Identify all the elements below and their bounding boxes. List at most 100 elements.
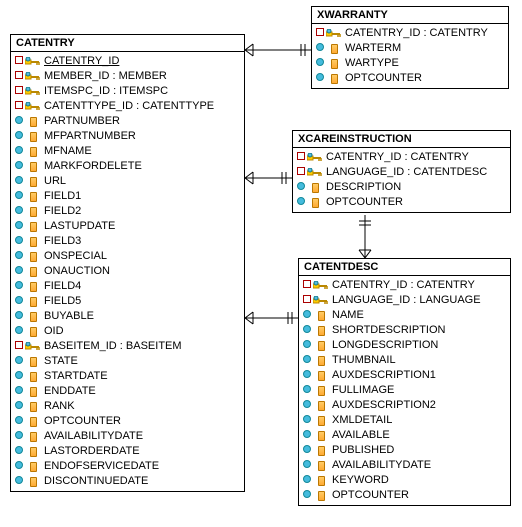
field-row: THUMBNAIL [302, 353, 507, 368]
field-label: AVAILABILITYDATE [330, 458, 431, 473]
column-icon [24, 132, 42, 142]
optional-bullet-icon [14, 144, 24, 159]
column-icon [24, 192, 42, 202]
optional-bullet-icon [14, 399, 24, 414]
field-row: CATENTRY_ID : CATENTRY [302, 278, 507, 293]
field-row: MARKFORDELETE [14, 159, 241, 174]
entity-body: CATENTRY_ID : CATENTRYWARTERMWARTYPEOPTC… [312, 24, 508, 88]
column-icon [325, 59, 343, 69]
field-row: CATENTRY_ID : CATENTRY [315, 26, 505, 41]
entity-title: XWARRANTY [312, 7, 508, 24]
field-row: NAME [302, 308, 507, 323]
column-icon [325, 44, 343, 54]
field-row: CATENTRY_ID : CATENTRY [296, 150, 507, 165]
relationship-line [245, 308, 298, 328]
field-label: XMLDETAIL [330, 413, 392, 428]
key-icon [306, 168, 324, 178]
field-label: NAME [330, 308, 364, 323]
column-icon [24, 327, 42, 337]
column-icon [312, 416, 330, 426]
field-row: AVAILABILITYDATE [14, 429, 241, 444]
column-icon [312, 446, 330, 456]
field-label: CATENTRY_ID [42, 54, 119, 69]
field-row: FULLIMAGE [302, 383, 507, 398]
column-icon [312, 341, 330, 351]
optional-bullet-icon [302, 488, 312, 503]
entity-body: CATENTRY_ID : CATENTRYLANGUAGE_ID : LANG… [299, 276, 510, 505]
column-icon [24, 312, 42, 322]
field-row: ONAUCTION [14, 264, 241, 279]
entity-title: CATENTRY [11, 35, 244, 52]
entity-body: CATENTRY_IDMEMBER_ID : MEMBERITEMSPC_ID … [11, 52, 244, 491]
optional-bullet-icon [302, 308, 312, 323]
field-label: MFNAME [42, 144, 92, 159]
optional-bullet-icon [302, 398, 312, 413]
column-icon [312, 491, 330, 501]
column-icon [24, 207, 42, 217]
field-label: OPTCOUNTER [330, 488, 409, 503]
required-bullet-icon [14, 99, 24, 114]
optional-bullet-icon [14, 189, 24, 204]
field-row: ENDOFSERVICEDATE [14, 459, 241, 474]
field-row: MFNAME [14, 144, 241, 159]
required-bullet-icon [315, 26, 325, 41]
column-icon [312, 461, 330, 471]
field-row: OPTCOUNTER [315, 71, 505, 86]
key-icon [24, 102, 42, 112]
field-row: WARTERM [315, 41, 505, 56]
field-row: FIELD5 [14, 294, 241, 309]
key-icon [312, 281, 330, 291]
optional-bullet-icon [302, 323, 312, 338]
field-label: ONAUCTION [42, 264, 110, 279]
field-label: THUMBNAIL [330, 353, 396, 368]
optional-bullet-icon [14, 219, 24, 234]
field-row: AUXDESCRIPTION1 [302, 368, 507, 383]
column-icon [24, 372, 42, 382]
field-row: RANK [14, 399, 241, 414]
field-label: URL [42, 174, 66, 189]
column-icon [24, 417, 42, 427]
field-row: DISCONTINUEDATE [14, 474, 241, 489]
field-label: AVAILABILITYDATE [42, 429, 143, 444]
optional-bullet-icon [296, 180, 306, 195]
field-row: AVAILABLE [302, 428, 507, 443]
optional-bullet-icon [14, 174, 24, 189]
field-label: LASTORDERDATE [42, 444, 140, 459]
optional-bullet-icon [14, 384, 24, 399]
field-row: SHORTDESCRIPTION [302, 323, 507, 338]
field-label: OPTCOUNTER [42, 414, 121, 429]
column-icon [312, 356, 330, 366]
field-label: FULLIMAGE [330, 383, 394, 398]
field-label: FIELD2 [42, 204, 81, 219]
column-icon [24, 237, 42, 247]
optional-bullet-icon [302, 473, 312, 488]
optional-bullet-icon [302, 413, 312, 428]
column-icon [312, 371, 330, 381]
optional-bullet-icon [14, 369, 24, 384]
required-bullet-icon [14, 69, 24, 84]
field-label: STARTDATE [42, 369, 108, 384]
optional-bullet-icon [14, 234, 24, 249]
column-icon [312, 311, 330, 321]
field-row: OPTCOUNTER [14, 414, 241, 429]
key-icon [24, 72, 42, 82]
field-label: CATENTRY_ID : CATENTRY [330, 278, 475, 293]
field-label: RANK [42, 399, 75, 414]
optional-bullet-icon [14, 474, 24, 489]
entity-catentdesc: CATENTDESC CATENTRY_ID : CATENTRYLANGUAG… [298, 258, 511, 506]
field-row: URL [14, 174, 241, 189]
field-row: XMLDETAIL [302, 413, 507, 428]
field-row: PUBLISHED [302, 443, 507, 458]
field-row: LANGUAGE_ID : LANGUAGE [302, 293, 507, 308]
key-icon [312, 296, 330, 306]
required-bullet-icon [296, 165, 306, 180]
field-label: DISCONTINUEDATE [42, 474, 148, 489]
optional-bullet-icon [302, 338, 312, 353]
column-icon [312, 431, 330, 441]
field-label: PUBLISHED [330, 443, 394, 458]
field-label: FIELD5 [42, 294, 81, 309]
field-label: OPTCOUNTER [343, 71, 422, 86]
field-label: MARKFORDELETE [42, 159, 142, 174]
field-row: OPTCOUNTER [296, 195, 507, 210]
key-icon [24, 87, 42, 97]
